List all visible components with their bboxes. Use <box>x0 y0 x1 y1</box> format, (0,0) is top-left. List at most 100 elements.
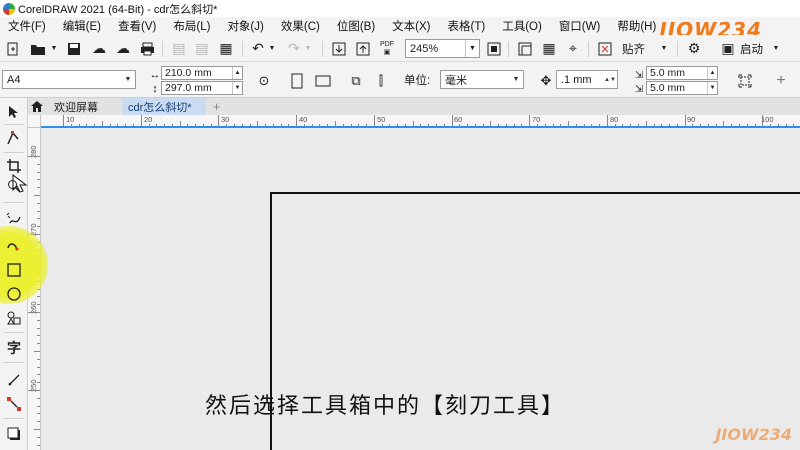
toolbox: 字 <box>0 98 48 450</box>
tab-label: 欢迎屏幕 <box>54 101 98 114</box>
paste-icon[interactable]: ▦ <box>216 39 236 58</box>
cut-icon[interactable]: ▤ <box>169 39 189 58</box>
launch-dropdown-icon[interactable]: ▼ <box>766 39 786 58</box>
menu-text[interactable]: 文本(X) <box>384 18 439 34</box>
shape-tool-icon[interactable] <box>4 128 24 148</box>
ruler-tick <box>37 218 40 220</box>
zoom-tool-icon[interactable] <box>4 176 24 196</box>
ruler-label: 90 <box>687 115 696 124</box>
ruler-tick <box>37 171 40 173</box>
duplicate-distance-x-field[interactable]: 5.0 mm ▲ <box>646 66 718 80</box>
open-dropdown-icon[interactable]: ▼ <box>44 39 64 58</box>
snap-dropdown-icon[interactable]: ▼ <box>654 39 674 58</box>
portrait-icon[interactable] <box>287 71 307 91</box>
undo-dropdown-icon[interactable]: ▼ <box>262 39 282 58</box>
units-select[interactable]: 毫米 ▼ <box>440 70 524 89</box>
menu-effects[interactable]: 效果(C) <box>273 18 329 34</box>
menu-view[interactable]: 查看(V) <box>110 18 165 34</box>
publish-pdf-icon[interactable]: PDF ▣ <box>377 39 397 58</box>
ruler-label: 80 <box>610 115 619 124</box>
add-tab-button[interactable]: + <box>209 98 224 115</box>
nudge-distance-field[interactable]: .1 mm ▲▼ <box>556 70 618 89</box>
cloud-download-icon[interactable]: ☁ <box>113 39 133 58</box>
new-document-icon[interactable] <box>3 39 23 58</box>
ruler-origin[interactable] <box>28 115 41 128</box>
bleed-icon[interactable] <box>735 71 755 91</box>
tab-welcome-screen[interactable]: 欢迎屏幕 <box>48 98 120 115</box>
landscape-icon[interactable] <box>313 71 333 91</box>
stepper-arrows-icon[interactable]: ▲ <box>232 67 242 79</box>
save-icon[interactable] <box>64 39 84 58</box>
snap-to-button[interactable]: 贴齐 <box>622 41 645 57</box>
ellipse-tool-icon[interactable] <box>4 284 24 304</box>
stepper-arrows-icon[interactable]: ▼ <box>707 82 717 94</box>
chevron-down-icon: ▼ <box>512 76 520 83</box>
zoom-level-select[interactable]: 245% ▼ <box>405 39 480 58</box>
stepper-arrows-icon[interactable]: ▲▼ <box>603 71 617 88</box>
brand-watermark: JIOW234 <box>715 425 792 444</box>
print-icon[interactable] <box>137 39 157 58</box>
rectangle-tool-icon[interactable] <box>4 260 24 280</box>
ruler-tick <box>34 195 40 196</box>
ruler-tick <box>37 444 40 446</box>
full-screen-preview-icon[interactable] <box>484 39 504 58</box>
launch-button[interactable]: 启动 <box>740 41 763 57</box>
menu-edit[interactable]: 编辑(E) <box>55 18 110 34</box>
snap-icon[interactable] <box>595 39 615 58</box>
parallel-dimension-tool-icon[interactable] <box>4 370 24 390</box>
text-tool-icon[interactable]: 字 <box>4 338 24 358</box>
cloud-upload-icon[interactable]: ☁ <box>89 39 109 58</box>
show-rulers-icon[interactable] <box>515 39 535 58</box>
import-icon[interactable] <box>329 39 349 58</box>
menu-window[interactable]: 窗口(W) <box>551 18 610 34</box>
ruler-tick <box>34 351 40 352</box>
freehand-tool-icon[interactable] <box>4 208 24 228</box>
artistic-media-tool-icon[interactable] <box>4 234 24 254</box>
pick-tool-icon[interactable] <box>4 102 24 122</box>
brand-watermark-text: JIOW234 <box>715 425 792 444</box>
connector-tool-icon[interactable] <box>4 394 24 414</box>
polygon-tool-icon[interactable] <box>4 308 24 328</box>
crop-tool-icon[interactable] <box>4 156 24 176</box>
toolbox-separator <box>4 152 24 153</box>
stepper-arrows-icon[interactable]: ▲ <box>707 67 717 79</box>
all-pages-icon[interactable]: ⧉ <box>346 71 366 91</box>
ruler-tick <box>37 405 40 407</box>
copy-icon[interactable]: ▤ <box>192 39 212 58</box>
ruler-label: 10 <box>66 115 75 124</box>
gear-icon[interactable]: ⚙ <box>684 39 704 58</box>
add-property-icon[interactable]: + <box>771 71 791 91</box>
ruler-tick <box>37 343 40 345</box>
ruler-label: 20 <box>144 115 153 124</box>
menu-table[interactable]: 表格(T) <box>440 18 495 34</box>
page-size-select[interactable]: A4 ▼ <box>2 70 136 89</box>
ruler-tick <box>37 296 40 298</box>
ruler-tick <box>37 187 40 189</box>
toolbar-separator <box>242 41 243 57</box>
toolbox-separator <box>4 202 24 203</box>
current-page-icon[interactable]: ⫿ <box>371 71 391 91</box>
launch-app-icon[interactable]: ▣ <box>718 39 738 58</box>
toolbar-separator <box>677 41 678 57</box>
menu-object[interactable]: 对象(J) <box>219 18 272 34</box>
duplicate-distance-y-field[interactable]: 5.0 mm ▼ <box>646 81 718 95</box>
stepper-arrows-icon[interactable]: ▼ <box>232 82 242 94</box>
ruler-tick <box>37 327 40 329</box>
page-width-field[interactable]: 210.0 mm ▲ <box>161 66 243 80</box>
ruler-label: 50 <box>377 115 386 124</box>
menu-tools[interactable]: 工具(O) <box>494 18 551 34</box>
menu-layout[interactable]: 布局(L) <box>165 18 219 34</box>
redo-dropdown-icon[interactable]: ▼ <box>298 39 318 58</box>
page-orientation-icon[interactable]: ⊙ <box>254 71 274 91</box>
tab-document[interactable]: cdr怎么斜切* <box>122 98 206 115</box>
drop-shadow-tool-icon[interactable] <box>4 424 24 444</box>
page-height-field[interactable]: 297.0 mm ▼ <box>161 81 243 95</box>
show-guidelines-icon[interactable]: ⌖ <box>563 39 583 58</box>
show-grid-icon[interactable]: ▦ <box>539 39 559 58</box>
menu-help[interactable]: 帮助(H) <box>609 18 665 34</box>
home-icon[interactable] <box>28 98 45 115</box>
menu-bitmaps[interactable]: 位图(B) <box>329 18 384 34</box>
ruler-tick <box>37 382 40 384</box>
menu-file[interactable]: 文件(F) <box>0 18 55 34</box>
export-icon[interactable] <box>353 39 373 58</box>
